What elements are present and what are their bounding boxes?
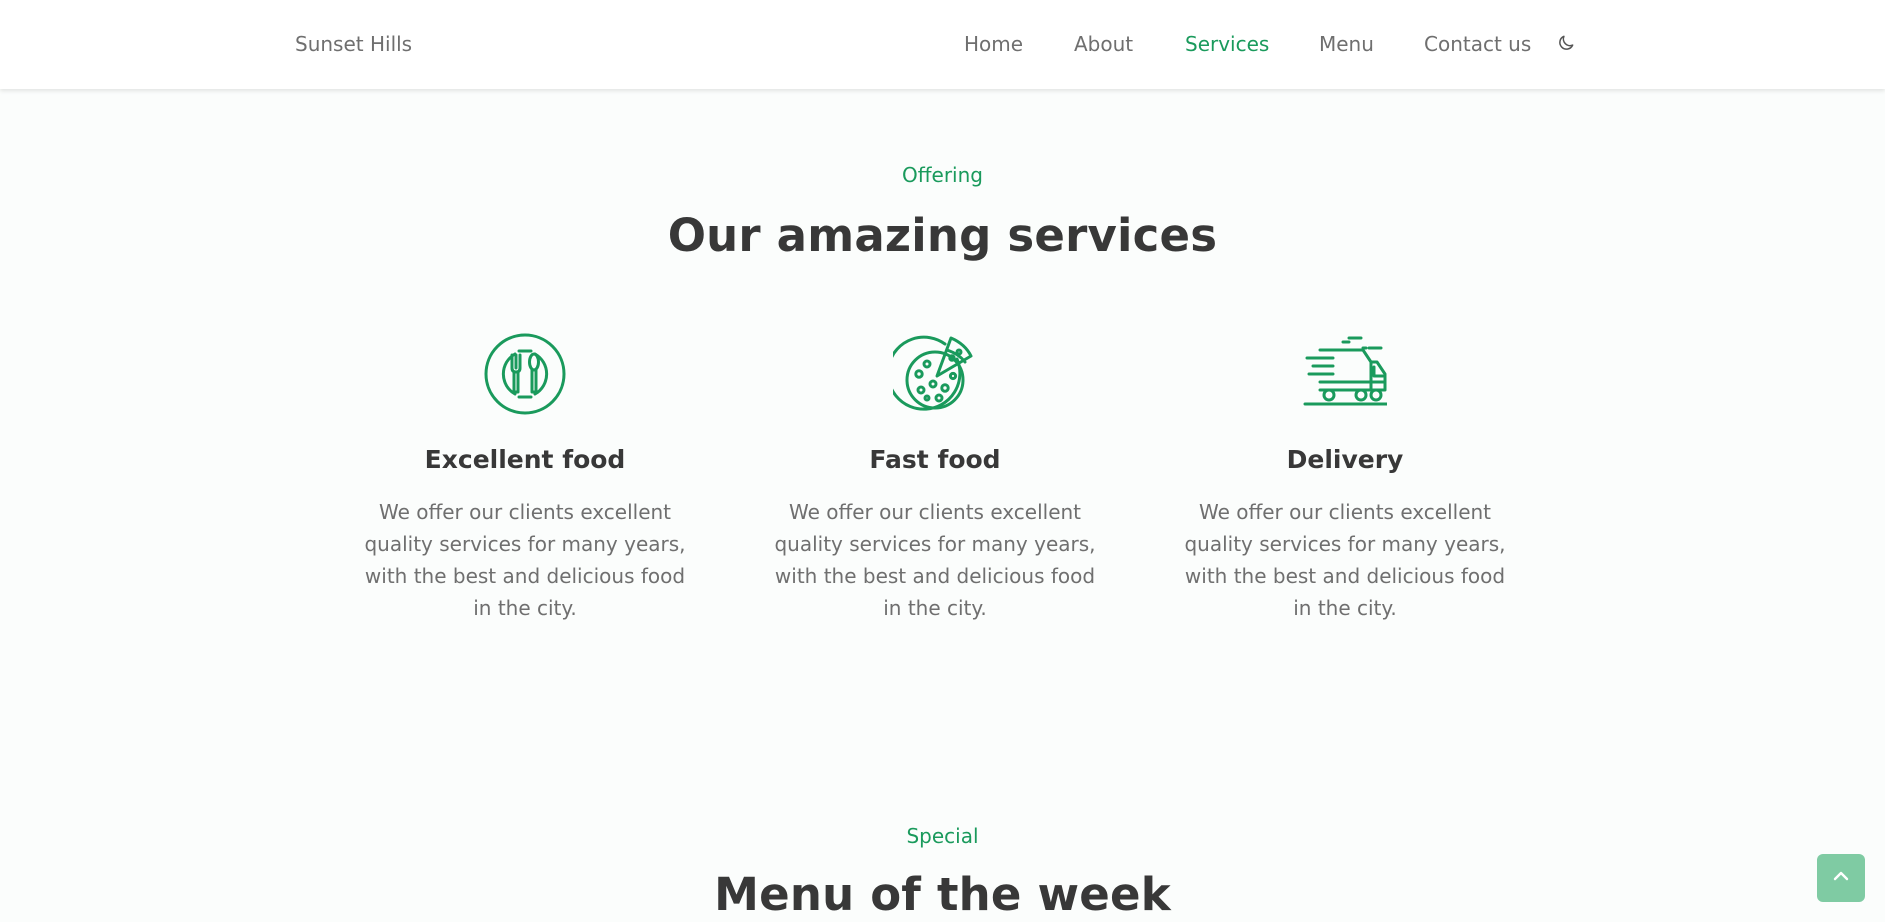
site-header: Sunset Hills Home About Services Menu Co… bbox=[0, 0, 1885, 89]
service-card: Delivery We offer our clients excellent … bbox=[1180, 332, 1510, 620]
service-card-text: We offer our clients excellent quality s… bbox=[364, 500, 686, 620]
services-title: Our amazing services bbox=[667, 209, 1218, 262]
service-card-text: We offer our clients excellent quality s… bbox=[1184, 500, 1506, 620]
service-card-title: Fast food bbox=[869, 445, 1001, 474]
service-card: Excellent food We offer our clients exce… bbox=[360, 332, 690, 620]
site-logo[interactable]: Sunset Hills bbox=[295, 32, 412, 56]
menu-subtitle: Special bbox=[906, 824, 979, 848]
menu-title: Menu of the week bbox=[714, 868, 1171, 921]
moon-icon[interactable] bbox=[1556, 33, 1576, 53]
scroll-up-button[interactable] bbox=[1817, 854, 1865, 902]
nav-link-about[interactable]: About bbox=[1074, 32, 1133, 56]
service-card: Fast food We offer our clients excellent… bbox=[770, 332, 1100, 620]
delivery-truck-icon bbox=[1303, 332, 1389, 416]
dining-plate-icon bbox=[483, 332, 567, 416]
service-card-title: Delivery bbox=[1286, 445, 1404, 474]
pizza-icon bbox=[886, 332, 977, 416]
nav-link-home[interactable]: Home bbox=[964, 32, 1023, 56]
service-card-text: We offer our clients excellent quality s… bbox=[774, 500, 1096, 620]
nav-link-services[interactable]: Services bbox=[1185, 32, 1269, 56]
service-card-title: Excellent food bbox=[424, 445, 626, 474]
services-subtitle: Offering bbox=[902, 163, 983, 187]
nav-link-contact[interactable]: Contact us bbox=[1424, 32, 1531, 56]
nav-link-menu[interactable]: Menu bbox=[1319, 32, 1374, 56]
chevron-up-icon bbox=[1829, 864, 1853, 892]
